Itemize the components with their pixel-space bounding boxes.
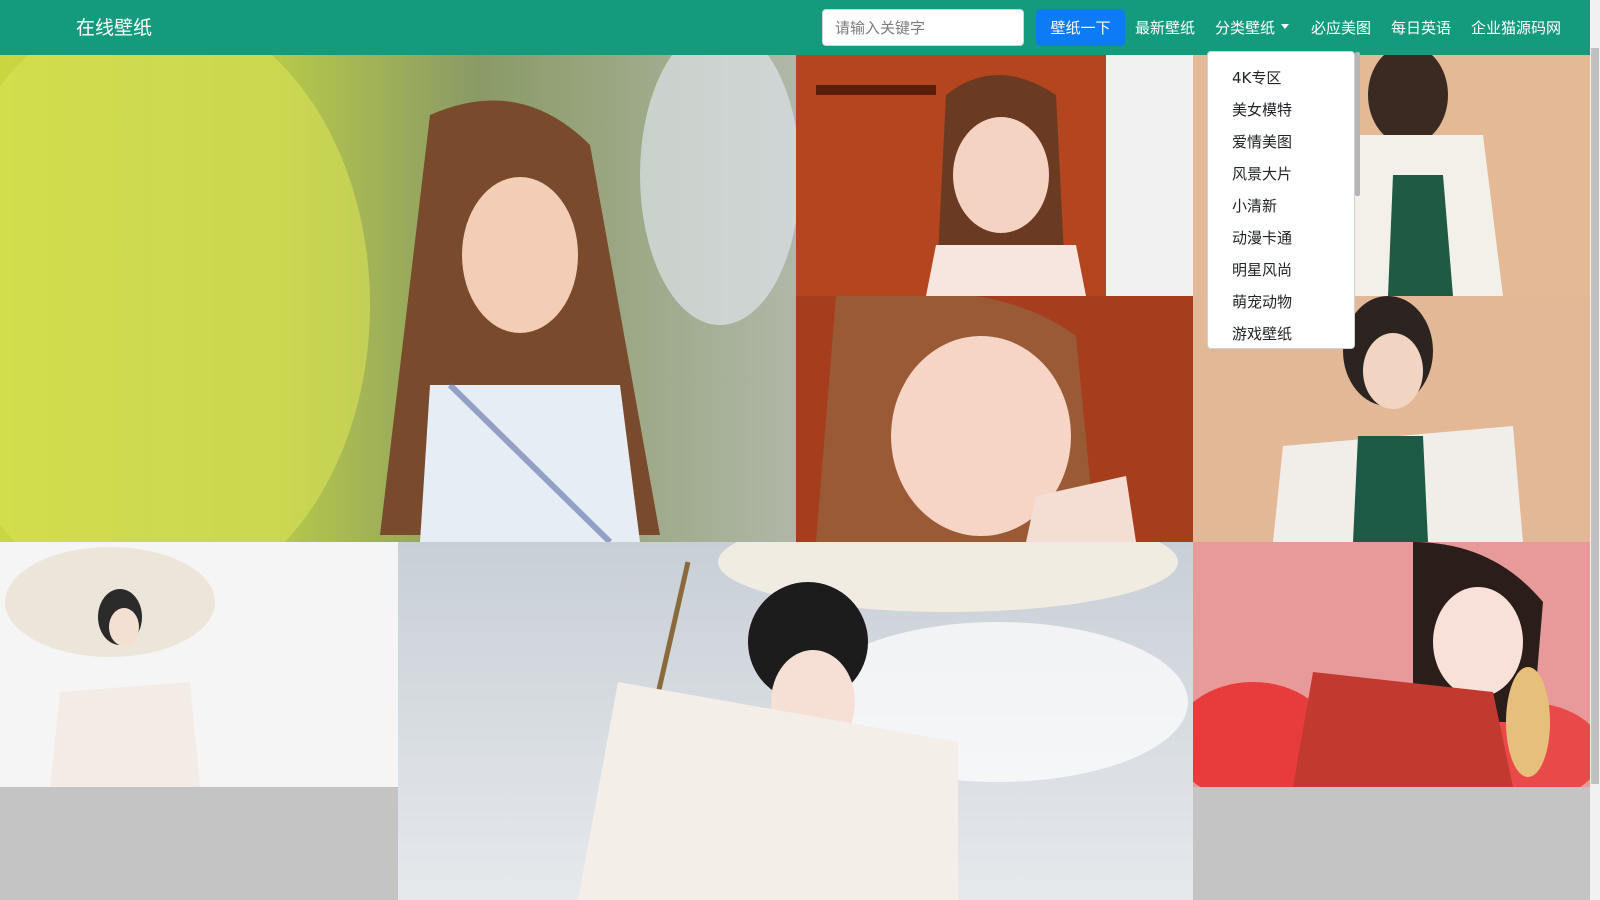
photo-hanfu-red-flowers [1193, 542, 1590, 787]
page-scrollbar[interactable] [1590, 0, 1600, 900]
wallpaper-thumb[interactable] [1193, 542, 1590, 787]
page-scrollbar-thumb[interactable] [1591, 48, 1599, 784]
wallpaper-thumb[interactable] [398, 542, 1193, 900]
site-brand[interactable]: 在线壁纸 [76, 0, 152, 55]
dropdown-item-models[interactable]: 美女模特 [1208, 94, 1354, 126]
wallpaper-thumb[interactable] [0, 542, 398, 787]
wallpaper-thumb[interactable] [796, 55, 1193, 296]
dropdown-item-4k[interactable]: 4K专区 [1208, 62, 1354, 94]
category-dropdown-menu: 4K专区 美女模特 爱情美图 风景大片 小清新 动漫卡通 明星风尚 萌宠动物 游… [1207, 51, 1360, 350]
photo-girl-red-wood [796, 55, 1193, 296]
dropdown-item-celebrity[interactable]: 明星风尚 [1208, 254, 1354, 286]
nav-category-dropdown[interactable]: 分类壁纸 [1215, 0, 1290, 55]
dropdown-item-anime[interactable]: 动漫卡通 [1208, 222, 1354, 254]
chevron-down-icon [1281, 24, 1290, 29]
nav-category-label: 分类壁纸 [1215, 19, 1276, 37]
wallpaper-thumb[interactable] [0, 55, 796, 542]
nav-enterprise-source[interactable]: 企业猫源码网 [1471, 0, 1561, 55]
dropdown-scrollbar[interactable] [1355, 52, 1360, 196]
photo-girl-lying-closeup [796, 296, 1193, 542]
dropdown-item-games[interactable]: 游戏壁纸 [1208, 318, 1354, 350]
photo-hanfu-umbrella-snow [398, 542, 1193, 900]
wallpaper-thumb[interactable] [796, 296, 1193, 542]
nav-latest-wallpapers[interactable]: 最新壁纸 [1135, 0, 1195, 55]
dropdown-item-fresh[interactable]: 小清新 [1208, 190, 1354, 222]
nav-bing-images[interactable]: 必应美图 [1311, 0, 1371, 55]
photo-hanfu-umbrella-white [0, 542, 398, 787]
dropdown-item-scenery[interactable]: 风景大片 [1208, 158, 1354, 190]
search-button[interactable]: 壁纸一下 [1036, 9, 1125, 46]
photo-woman-long-hair-foliage [0, 55, 796, 542]
search-input[interactable] [822, 9, 1024, 46]
top-navbar: 在线壁纸 壁纸一下 最新壁纸 分类壁纸 必应美图 每日英语 企业猫源码网 [0, 0, 1590, 55]
dropdown-item-love[interactable]: 爱情美图 [1208, 126, 1354, 158]
dropdown-item-pets[interactable]: 萌宠动物 [1208, 286, 1354, 318]
nav-daily-english[interactable]: 每日英语 [1391, 0, 1451, 55]
